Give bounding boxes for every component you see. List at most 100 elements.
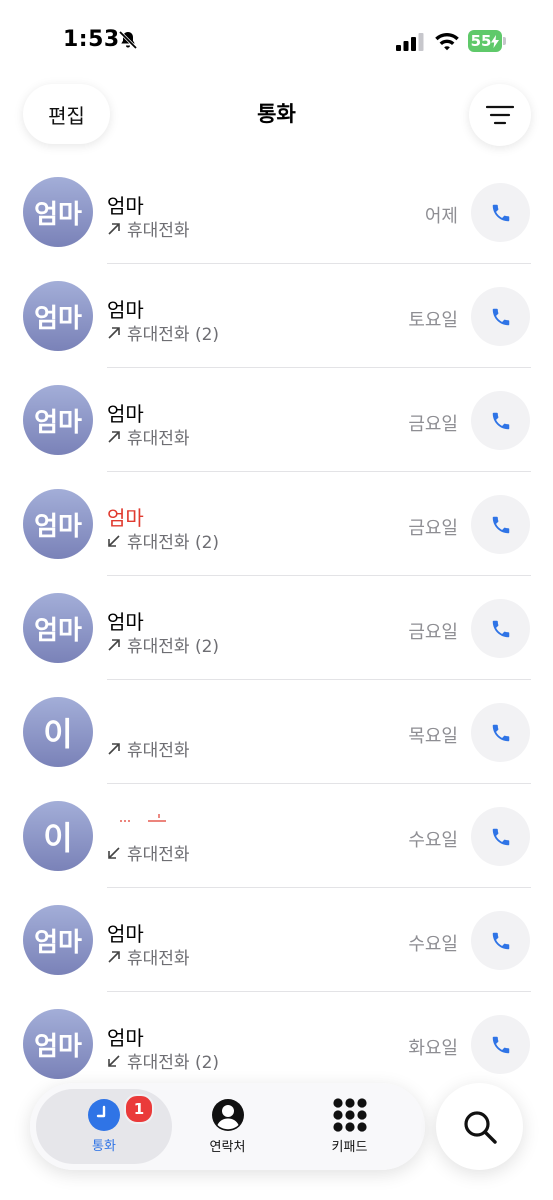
call-row[interactable]: 엄마 엄마휴대전화 (2) 화요일	[0, 992, 553, 1096]
call-type: 휴대전화 (2)	[107, 632, 219, 657]
call-type: 휴대전화	[107, 840, 190, 865]
phone-icon	[492, 516, 509, 533]
battery-level: 55	[470, 32, 492, 50]
call-type: 휴대전화	[107, 736, 190, 761]
call-type-label: 휴대전화 (2)	[127, 325, 220, 345]
tab-contacts[interactable]: 연락처	[170, 1083, 285, 1170]
outgoing-arrow-icon	[108, 951, 120, 963]
contact-avatar: 엄마	[23, 905, 93, 975]
outgoing-arrow-icon	[108, 223, 120, 235]
contact-avatar: 엄마	[23, 489, 93, 559]
phone-icon	[492, 620, 509, 637]
phone-icon	[492, 1036, 509, 1053]
redacted-name	[120, 814, 166, 822]
recent-calls-list: 엄마 엄마 휴대전화 어제 엄마 엄마 휴대전화 (2) 토요일 엄마 엄마 휴대전화 금요일 엄마 엄마…	[0, 160, 553, 1096]
cellular-signal-icon	[396, 33, 424, 51]
call-back-button[interactable]	[471, 183, 530, 242]
person-circle-icon	[211, 1099, 244, 1131]
incoming-arrow-icon	[108, 535, 120, 547]
caller-name: 엄마	[107, 1026, 144, 1050]
contact-avatar: 엄마	[23, 177, 93, 247]
phone-icon	[492, 204, 509, 221]
call-day: 금요일	[408, 414, 458, 435]
tab-calls-label: 통화	[92, 1139, 116, 1154]
call-row[interactable]: 엄마 엄마휴대전화 수요일	[0, 888, 553, 992]
call-day: 수요일	[408, 830, 458, 851]
outgoing-arrow-icon	[108, 327, 120, 339]
phone-icon	[492, 932, 509, 949]
tab-keypad-label: 키패드	[331, 1140, 368, 1155]
contact-avatar: 엄마	[23, 281, 93, 351]
call-back-button[interactable]	[471, 911, 530, 970]
charging-bolt-icon	[491, 34, 500, 48]
tab-contacts-label: 연락처	[209, 1140, 246, 1155]
call-back-button[interactable]	[471, 287, 530, 346]
call-day: 금요일	[408, 518, 458, 539]
outgoing-arrow-icon	[108, 431, 120, 443]
call-day: 수요일	[408, 934, 458, 955]
call-type-label: 휴대전화 (2)	[127, 533, 220, 553]
tab-calls[interactable]: 통화 1	[36, 1089, 172, 1164]
incoming-arrow-icon	[108, 1055, 120, 1067]
contact-avatar: 이	[23, 801, 93, 871]
status-bar: 1:53 55	[0, 0, 553, 80]
call-type-label: 휴대전화	[127, 949, 190, 969]
call-row[interactable]: 엄마 엄마 휴대전화 (2) 금요일	[0, 472, 553, 576]
search-button[interactable]	[436, 1083, 523, 1170]
keypad-icon	[332, 1098, 367, 1132]
search-icon	[463, 1110, 497, 1144]
outgoing-arrow-icon	[108, 639, 120, 651]
call-row[interactable]: 엄마 엄마휴대전화 (2) 토요일	[0, 264, 553, 368]
caller-name: 엄마	[107, 298, 144, 322]
phone-icon	[492, 724, 509, 741]
call-row[interactable]: 이휴대전화 목요일	[0, 680, 553, 784]
call-back-button[interactable]	[471, 599, 530, 658]
outgoing-arrow-icon	[108, 743, 120, 755]
phone-icon	[492, 828, 509, 845]
call-type-label: 휴대전화	[127, 429, 190, 449]
contact-avatar: 엄마	[23, 593, 93, 663]
incoming-arrow-icon	[108, 847, 120, 859]
call-row[interactable]: 엄마 엄마휴대전화 어제	[0, 160, 553, 264]
call-back-button[interactable]	[471, 703, 530, 762]
call-day: 목요일	[408, 726, 458, 747]
call-back-button[interactable]	[471, 807, 530, 866]
call-day: 금요일	[408, 622, 458, 643]
clock-icon	[88, 1099, 120, 1131]
call-type-label: 휴대전화	[127, 221, 190, 241]
call-day: 어제	[424, 206, 458, 227]
call-row[interactable]: 엄마 엄마 휴대전화 금요일	[0, 368, 553, 472]
call-type: 휴대전화	[107, 944, 190, 969]
caller-name: 엄마	[107, 610, 144, 634]
phone-icon	[492, 412, 509, 429]
wifi-icon	[435, 33, 459, 51]
call-type-label: 휴대전화 (2)	[127, 1053, 220, 1073]
call-back-button[interactable]	[471, 1015, 530, 1074]
filter-lines-icon	[486, 105, 514, 125]
call-day: 화요일	[408, 1038, 458, 1059]
call-type: 휴대전화 (2)	[107, 320, 219, 345]
call-row[interactable]: 엄마 엄마휴대전화 (2) 금요일	[0, 576, 553, 680]
tab-bar: 통화 1 연락처 키패드	[30, 1083, 425, 1170]
call-day: 토요일	[408, 310, 458, 331]
battery-indicator: 55	[468, 30, 508, 52]
call-type-label: 휴대전화	[127, 741, 190, 761]
call-type-label: 휴대전화 (2)	[127, 637, 220, 657]
caller-name: 엄마	[107, 402, 144, 426]
call-row[interactable]: 이휴대전화 수요일	[0, 784, 553, 888]
contact-avatar: 이	[23, 697, 93, 767]
tab-keypad[interactable]: 키패드	[292, 1083, 407, 1170]
call-type: 휴대전화	[107, 216, 190, 241]
caller-name: 엄마	[107, 922, 144, 946]
call-back-button[interactable]	[471, 391, 530, 450]
call-type-label: 휴대전화	[127, 845, 190, 865]
missed-calls-badge: 1	[124, 1094, 154, 1124]
filter-button[interactable]	[469, 84, 531, 146]
phone-icon	[492, 308, 509, 325]
contact-avatar: 엄마	[23, 1009, 93, 1079]
status-time: 1:53	[63, 27, 120, 52]
caller-name: 엄마	[107, 194, 144, 218]
bell-slash-icon	[118, 30, 138, 50]
call-type: 휴대전화 (2)	[107, 1048, 219, 1073]
call-back-button[interactable]	[471, 495, 530, 554]
